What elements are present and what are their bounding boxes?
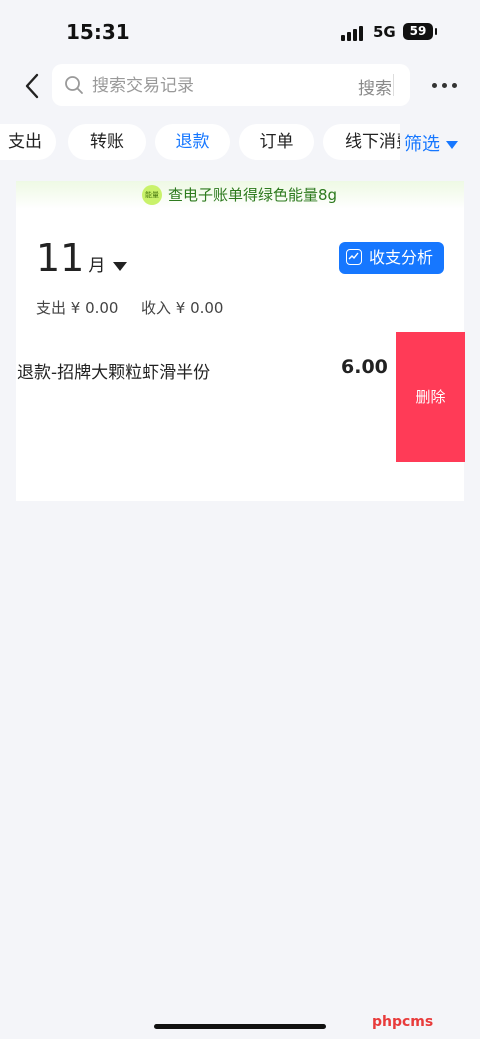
analysis-label: 收支分析 <box>369 248 434 267</box>
banner-text: 查电子账单得绿色能量8g <box>168 186 338 204</box>
chip-transfer[interactable]: 转账 <box>68 124 146 160</box>
filter-label: 筛选 <box>404 134 440 155</box>
expense-total: 支出 ¥ 0.00 <box>36 299 119 317</box>
month-selector[interactable]: 11 月 <box>36 236 128 280</box>
chip-order[interactable]: 订单 <box>239 124 314 160</box>
chart-icon <box>346 249 362 265</box>
search-button[interactable]: 搜索 <box>358 74 392 99</box>
income-expense-analysis-button[interactable]: 收支分析 <box>339 242 444 274</box>
chip-expense[interactable]: 支出 <box>0 124 56 160</box>
record-title: 退款-招牌大颗粒虾滑半份 <box>17 363 211 383</box>
filter-button[interactable]: 筛选 <box>404 130 458 156</box>
search-icon <box>65 76 83 94</box>
chip-offline[interactable]: 线下消费 <box>323 124 400 160</box>
record-amount: 6.00 <box>341 356 388 378</box>
category-chips: 支出 转账 退款 订单 线下消费 <box>0 124 400 160</box>
delete-button[interactable]: 删除 <box>396 332 465 462</box>
more-icon[interactable] <box>432 83 458 89</box>
search-input[interactable] <box>90 70 384 102</box>
chip-refund[interactable]: 退款 <box>155 124 230 160</box>
back-button[interactable] <box>20 70 50 102</box>
watermark: phpcms <box>372 1014 434 1030</box>
home-indicator <box>154 1024 326 1029</box>
network-type: 5G <box>373 23 396 41</box>
signal-icon <box>341 25 365 41</box>
list-item[interactable]: 退款-招牌大颗粒虾滑半份 6.00 <box>0 332 396 402</box>
search-divider <box>393 74 394 96</box>
chevron-left-icon <box>25 73 39 99</box>
energy-badge-icon: 能量 <box>142 185 162 205</box>
status-bar: 15:31 5G 59 <box>0 0 480 62</box>
income-total: 收入 ¥ 0.00 <box>141 299 224 317</box>
caret-down-icon <box>446 141 458 149</box>
battery-icon: 59 <box>403 23 437 40</box>
status-time: 15:31 <box>66 20 130 44</box>
month-unit: 月 <box>88 256 106 276</box>
caret-down-icon <box>113 262 128 271</box>
green-energy-banner[interactable]: 能量 查电子账单得绿色能量8g <box>16 181 464 209</box>
month-number: 11 <box>36 236 85 280</box>
search-bar <box>52 64 410 106</box>
